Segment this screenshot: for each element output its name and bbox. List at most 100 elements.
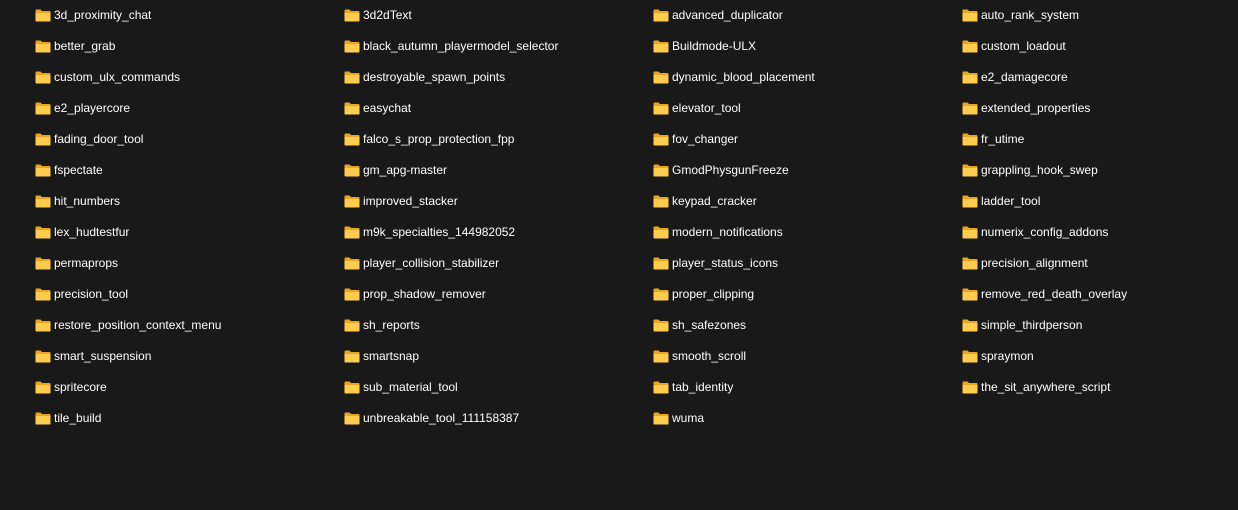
folder-item[interactable]: prop_shadow_remover	[344, 279, 653, 310]
folder-item[interactable]: numerix_config_addons	[962, 217, 1238, 248]
folder-label: destroyable_spawn_points	[363, 70, 506, 84]
folder-item[interactable]: simple_thirdperson	[962, 310, 1238, 341]
folder-icon	[962, 164, 978, 177]
folder-icon	[35, 226, 51, 239]
folder-item[interactable]: sub_material_tool	[344, 372, 653, 403]
folder-item[interactable]: smart_suspension	[35, 341, 344, 372]
folder-item[interactable]: custom_loadout	[962, 31, 1238, 62]
folder-item[interactable]: sh_safezones	[653, 310, 962, 341]
folder-item[interactable]: fr_utime	[962, 124, 1238, 155]
folder-item[interactable]: e2_damagecore	[962, 62, 1238, 93]
folder-label: simple_thirdperson	[981, 318, 1083, 332]
folder-item[interactable]: unbreakable_tool_111158387	[344, 403, 653, 434]
folder-icon	[35, 102, 51, 115]
folder-item[interactable]: e2_playercore	[35, 93, 344, 124]
folder-item[interactable]: black_autumn_playermodel_selector	[344, 31, 653, 62]
folder-item[interactable]: restore_position_context_menu	[35, 310, 344, 341]
folder-label: black_autumn_playermodel_selector	[363, 39, 559, 53]
folder-label: falco_s_prop_protection_fpp	[363, 132, 515, 146]
folder-item[interactable]: lex_hudtestfur	[35, 217, 344, 248]
folder-item[interactable]: m9k_specialties_144982052	[344, 217, 653, 248]
folder-item[interactable]: sh_reports	[344, 310, 653, 341]
folder-item[interactable]: smooth_scroll	[653, 341, 962, 372]
folder-icon	[962, 257, 978, 270]
folder-label: custom_ulx_commands	[54, 70, 181, 84]
folder-label: lex_hudtestfur	[54, 225, 130, 239]
folder-icon	[962, 102, 978, 115]
folder-item[interactable]: advanced_duplicator	[653, 0, 962, 31]
folder-item[interactable]: extended_properties	[962, 93, 1238, 124]
folder-item[interactable]: fading_door_tool	[35, 124, 344, 155]
folder-icon	[653, 40, 669, 53]
folder-icon	[962, 381, 978, 394]
folder-label: sh_safezones	[672, 318, 747, 332]
folder-label: easychat	[363, 101, 412, 115]
folder-label: keypad_cracker	[672, 194, 757, 208]
folder-icon	[962, 195, 978, 208]
folder-item[interactable]: custom_ulx_commands	[35, 62, 344, 93]
folder-label: grappling_hook_swep	[981, 163, 1098, 177]
folder-label: wuma	[672, 411, 705, 425]
folder-icon	[962, 226, 978, 239]
folder-item[interactable]: wuma	[653, 403, 962, 434]
folder-item[interactable]: player_status_icons	[653, 248, 962, 279]
folder-item[interactable]: proper_clipping	[653, 279, 962, 310]
folder-item[interactable]: 3d_proximity_chat	[35, 0, 344, 31]
folder-icon	[344, 40, 360, 53]
folder-item[interactable]: modern_notifications	[653, 217, 962, 248]
folder-item[interactable]: spraymon	[962, 341, 1238, 372]
folder-label: player_status_icons	[672, 256, 779, 270]
folder-item[interactable]: player_collision_stabilizer	[344, 248, 653, 279]
folder-icon	[962, 40, 978, 53]
folder-icon	[344, 9, 360, 22]
folder-item[interactable]: fov_changer	[653, 124, 962, 155]
folder-label: fspectate	[54, 163, 103, 177]
folder-label: m9k_specialties_144982052	[363, 225, 516, 239]
folder-item[interactable]: precision_alignment	[962, 248, 1238, 279]
folder-label: tab_identity	[672, 380, 734, 394]
folder-item[interactable]: tab_identity	[653, 372, 962, 403]
folder-item[interactable]: tile_build	[35, 403, 344, 434]
folder-icon	[344, 133, 360, 146]
folder-icon	[653, 102, 669, 115]
folder-item[interactable]: grappling_hook_swep	[962, 155, 1238, 186]
folder-item[interactable]: auto_rank_system	[962, 0, 1238, 31]
folder-label: unbreakable_tool_111158387	[363, 411, 520, 425]
folder-icon	[344, 195, 360, 208]
folder-item[interactable]: better_grab	[35, 31, 344, 62]
folder-icon	[35, 71, 51, 84]
folder-label: smartsnap	[363, 349, 420, 363]
folder-item[interactable]: Buildmode-ULX	[653, 31, 962, 62]
folder-item[interactable]: remove_red_death_overlay	[962, 279, 1238, 310]
folder-item[interactable]: ladder_tool	[962, 186, 1238, 217]
folder-item[interactable]: falco_s_prop_protection_fpp	[344, 124, 653, 155]
folder-item[interactable]: permaprops	[35, 248, 344, 279]
folder-item[interactable]: keypad_cracker	[653, 186, 962, 217]
folder-label: smooth_scroll	[672, 349, 747, 363]
folder-icon	[653, 164, 669, 177]
folder-icon	[962, 71, 978, 84]
folder-item[interactable]: 3d2dText	[344, 0, 653, 31]
folder-item[interactable]: elevator_tool	[653, 93, 962, 124]
folder-item[interactable]: easychat	[344, 93, 653, 124]
folder-item[interactable]: the_sit_anywhere_script	[962, 372, 1238, 403]
folder-item[interactable]: smartsnap	[344, 341, 653, 372]
folder-label: e2_playercore	[54, 101, 131, 115]
folder-item[interactable]: destroyable_spawn_points	[344, 62, 653, 93]
folder-item[interactable]: GmodPhysgunFreeze	[653, 155, 962, 186]
folder-icon	[962, 288, 978, 301]
folder-item[interactable]: hit_numbers	[35, 186, 344, 217]
folder-item[interactable]: fspectate	[35, 155, 344, 186]
folder-label: 3d2dText	[363, 8, 412, 22]
folder-item[interactable]: dynamic_blood_placement	[653, 62, 962, 93]
folder-item[interactable]: gm_apg-master	[344, 155, 653, 186]
folder-icon	[35, 164, 51, 177]
folder-item[interactable]: spritecore	[35, 372, 344, 403]
folder-icon	[653, 133, 669, 146]
folder-label: custom_loadout	[981, 39, 1066, 53]
folder-label: proper_clipping	[672, 287, 755, 301]
folder-icon	[344, 257, 360, 270]
folder-item[interactable]: improved_stacker	[344, 186, 653, 217]
folder-icon	[35, 257, 51, 270]
folder-item[interactable]: precision_tool	[35, 279, 344, 310]
